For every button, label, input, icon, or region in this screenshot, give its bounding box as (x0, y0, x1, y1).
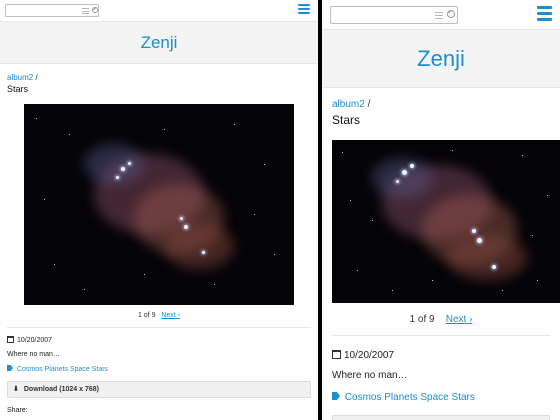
download-label: Download (1024 x 768) (23, 386, 99, 393)
photo-description: Where no man… (7, 351, 60, 358)
search-input[interactable] (5, 4, 99, 17)
screenshot-stage: Zenji album2 / Stars 1 of 9 Next › 10/20… (0, 0, 560, 420)
photo-tags: Cosmos Planets Space Stars (332, 392, 550, 403)
download-button[interactable]: ⬇ Download (1024 x 768) (7, 381, 311, 398)
calendar-icon (7, 336, 14, 343)
divider (332, 335, 550, 336)
tag-icon (332, 392, 340, 400)
menu-icon[interactable] (537, 6, 552, 21)
download-button[interactable]: ⬇Download (1024 x 768) (332, 415, 550, 420)
tag-link[interactable]: Stars (452, 392, 475, 403)
top-bar (0, 0, 318, 22)
photo-date-text: 10/20/2007 (344, 350, 395, 361)
photo-date: 10/20/2007 (332, 350, 550, 361)
divider (7, 327, 311, 328)
breadcrumb-album-link[interactable]: album2 (332, 99, 365, 110)
site-title[interactable]: Zenji (322, 30, 560, 88)
next-label: Next (445, 314, 467, 325)
photo-date: 10/20/2007 (7, 336, 311, 344)
next-link[interactable]: Next › (161, 312, 180, 319)
download-icon: ⬇ (13, 386, 19, 393)
search-icon[interactable] (92, 7, 98, 13)
page-title: Stars (332, 113, 361, 127)
breadcrumb: album2 / (7, 72, 311, 83)
tablet-view: Zenji album2 / Stars 1 of 9 Next › 10/20… (322, 0, 560, 420)
photo-date-text: 10/20/2007 (17, 337, 53, 344)
menu-icon[interactable] (298, 4, 310, 14)
photo-image[interactable] (332, 140, 560, 303)
breadcrumb-separator: / (35, 73, 38, 82)
content: album2 / Stars 1 of 9 Next › 10/20/2007 … (322, 88, 560, 420)
top-bar (322, 0, 560, 30)
photo-tags: Cosmos Planets Space Stars (7, 365, 311, 373)
photo-image[interactable] (24, 104, 294, 305)
site-title[interactable]: Zenji (0, 22, 318, 64)
breadcrumb-album-link[interactable]: album2 (7, 73, 33, 82)
chevron-right-icon: › (469, 314, 473, 325)
next-link[interactable]: Next › (446, 314, 473, 325)
breadcrumb-separator: / (367, 99, 371, 110)
search-icon[interactable] (447, 10, 455, 18)
tag-link[interactable]: Planets (384, 392, 417, 403)
pager: 1 of 9 Next › (332, 313, 550, 327)
tag-link[interactable]: Stars (92, 366, 108, 373)
tag-link[interactable]: Space (420, 392, 448, 403)
next-label: Next (161, 312, 176, 319)
tag-icon (7, 365, 13, 371)
content: album2 / Stars 1 of 9 Next › 10/20/2007 … (0, 64, 318, 420)
download-icon: ⬇ (339, 416, 347, 420)
tag-link[interactable]: Cosmos (17, 366, 43, 373)
share-label: Share: (7, 407, 28, 414)
mobile-view: Zenji album2 / Stars 1 of 9 Next › 10/20… (0, 0, 318, 420)
tag-link[interactable]: Planets (45, 366, 68, 373)
pager-position: 1 of 9 (409, 314, 435, 325)
list-icon[interactable] (82, 8, 89, 14)
tag-link[interactable]: Space (70, 366, 90, 373)
pager: 1 of 9 Next › (7, 311, 311, 321)
breadcrumb: album2 / (332, 98, 550, 112)
search-input[interactable] (330, 6, 458, 24)
photo-description: Where no man… (332, 370, 408, 381)
tag-link[interactable]: Cosmos (345, 392, 382, 403)
chevron-right-icon: › (177, 312, 181, 319)
page-title: Stars (7, 84, 29, 94)
pager-position: 1 of 9 (137, 312, 156, 319)
list-icon[interactable] (435, 12, 443, 19)
calendar-icon (332, 350, 341, 359)
